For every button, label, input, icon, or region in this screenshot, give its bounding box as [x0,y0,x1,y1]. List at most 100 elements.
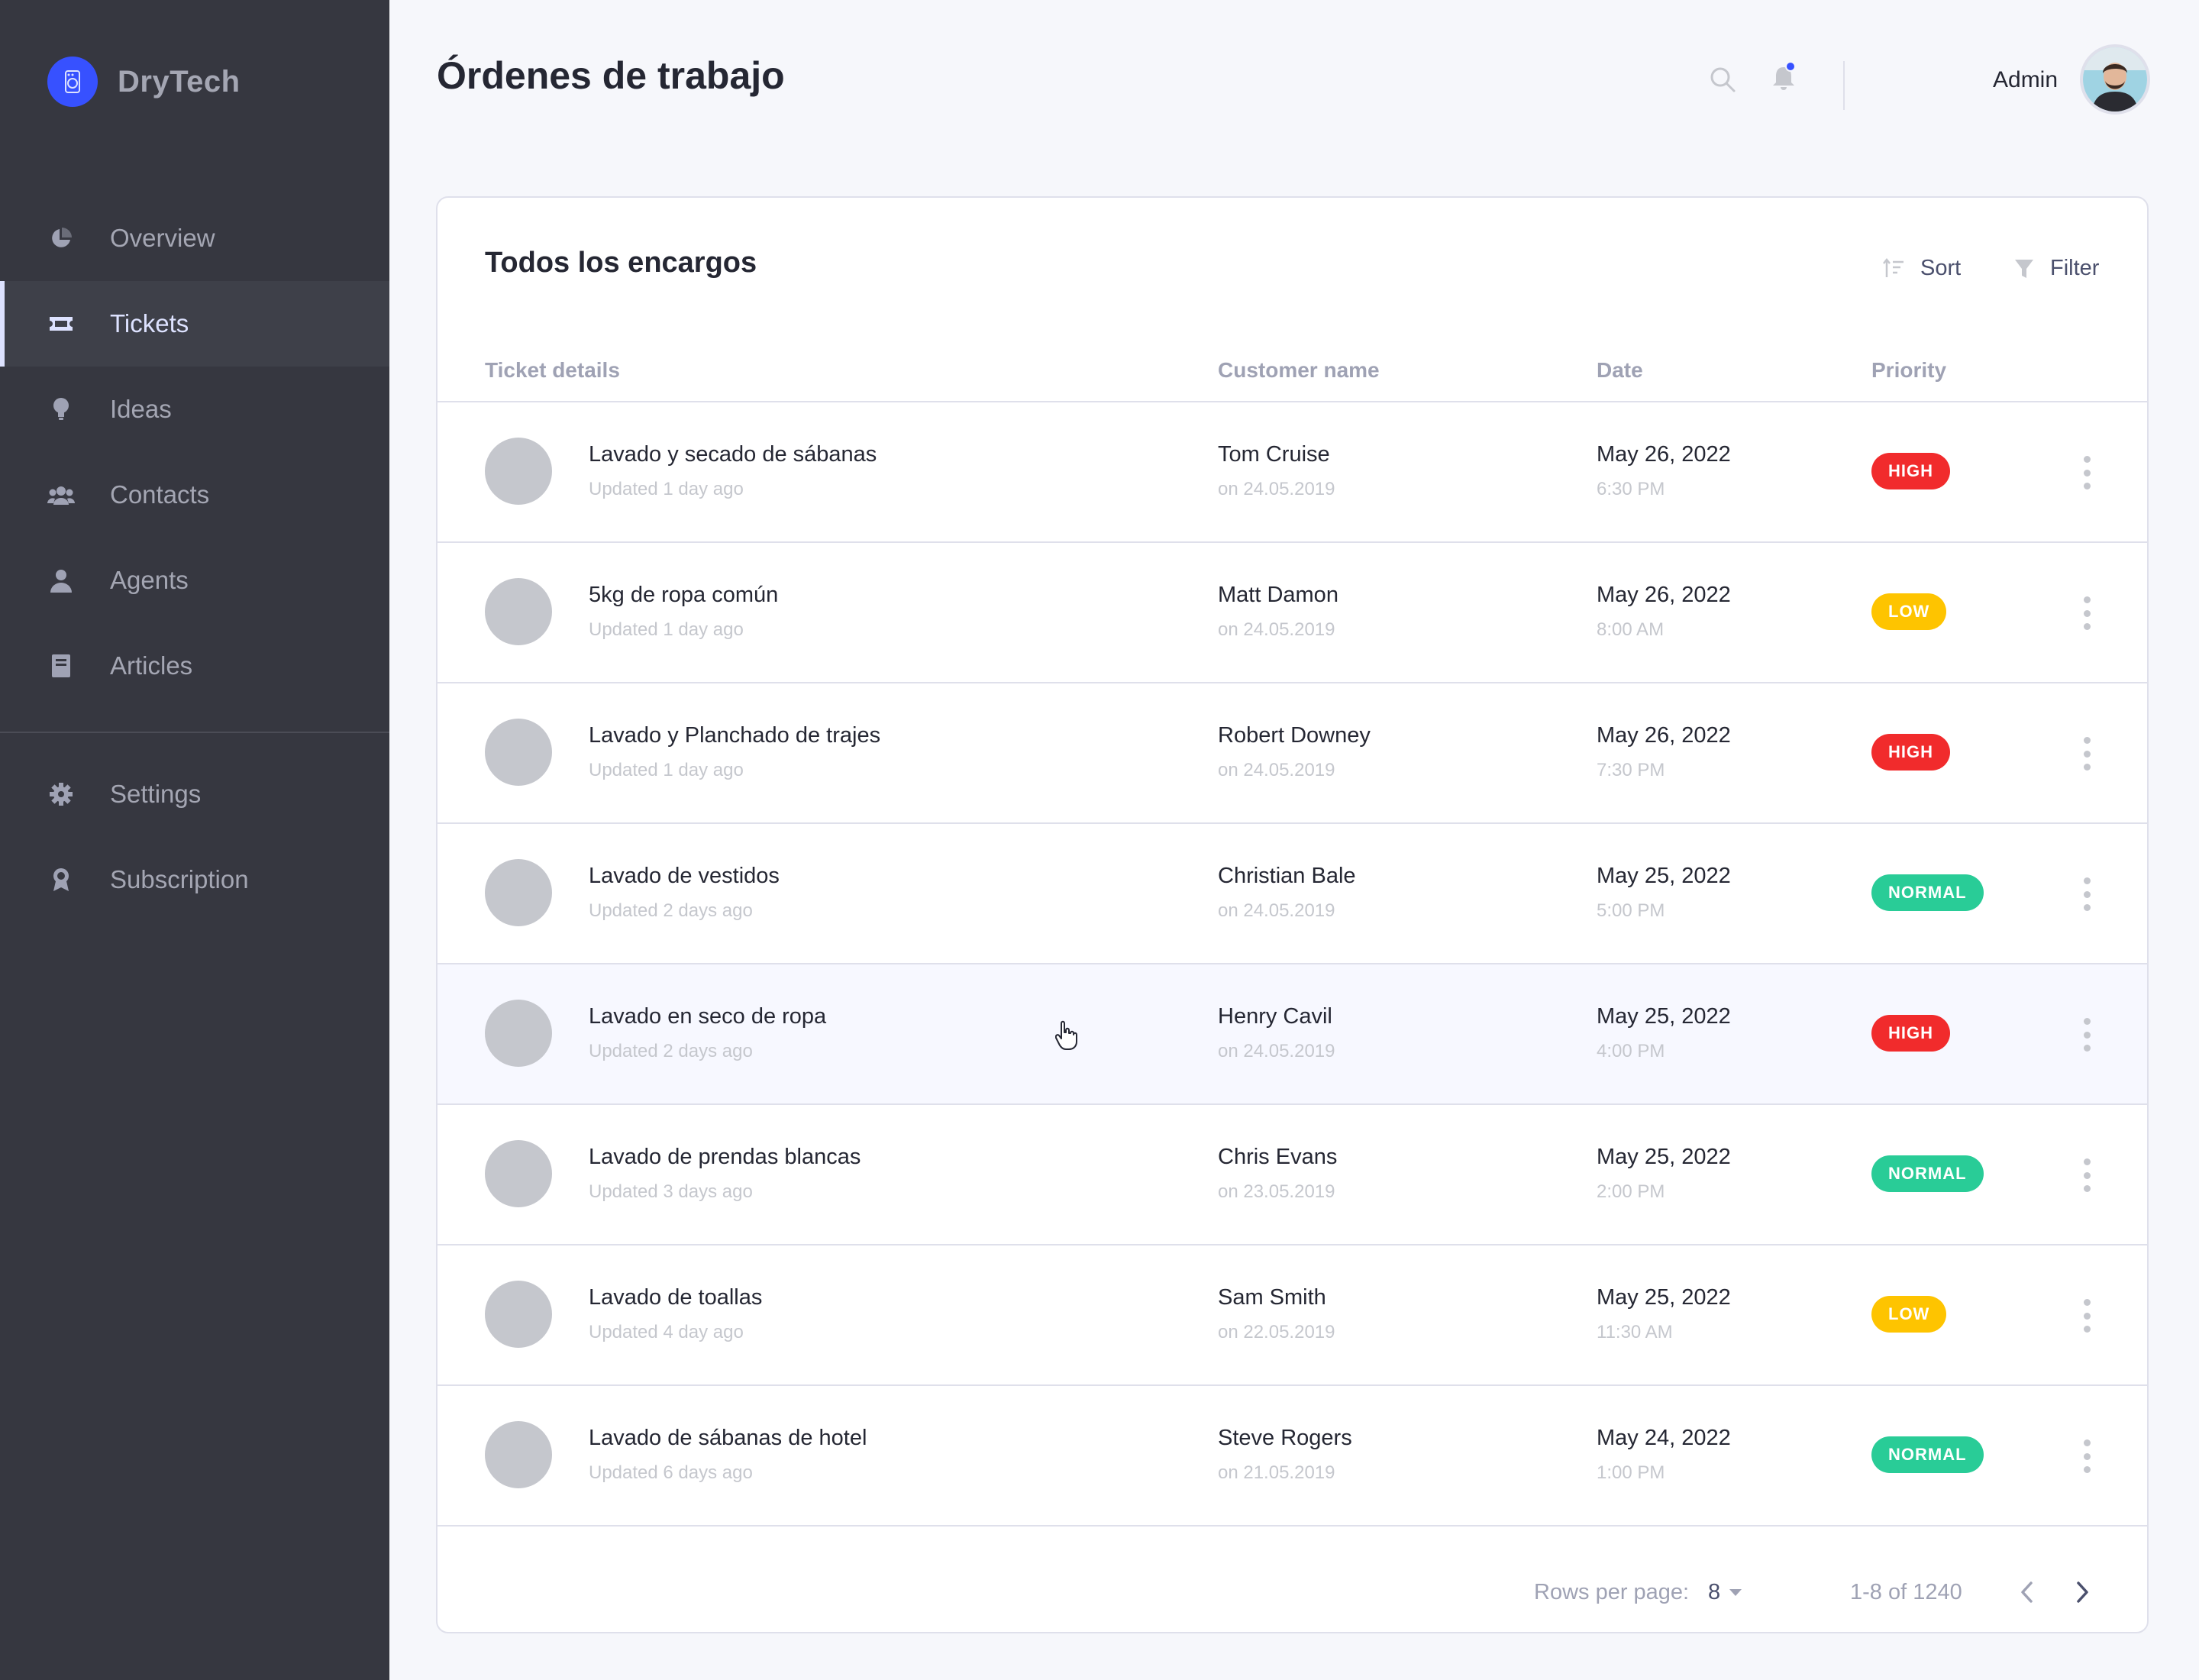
priority-badge: NORMAL [1871,1155,1984,1192]
customer-name: Steve Rogers [1218,1426,1352,1450]
ticket-avatar [485,719,552,786]
table-row[interactable]: Lavado de sábanas de hotel Updated 6 days… [438,1386,2147,1527]
hand-cursor-icon [1055,1020,1077,1050]
customer-date: on 23.05.2019 [1218,1181,1335,1202]
customer-date: on 22.05.2019 [1218,1322,1335,1342]
sort-icon [1883,257,1904,277]
customer-date: on 24.05.2019 [1218,1041,1335,1061]
row-menu-kebab-icon[interactable] [2071,877,2102,911]
sidebar-item-contacts[interactable]: Contacts [0,452,389,538]
ticket-title: Lavado en seco de ropa [589,1004,827,1029]
rows-per-page-label: Rows per page: [1534,1580,1690,1604]
column-header-priority[interactable]: Priority [1871,358,1946,383]
customer-date: on 24.05.2019 [1218,760,1335,780]
customer-name: Chris Evans [1218,1145,1338,1169]
ticket-title: Lavado de prendas blancas [589,1145,861,1169]
page-title: Órdenes de trabajo [437,54,785,97]
sidebar-item-ideas[interactable]: Ideas [0,367,389,452]
brand-logo-icon [47,57,98,107]
table-row[interactable]: Lavado de toallas Updated 4 day ago Sam Sm… [438,1245,2147,1386]
row-menu-kebab-icon[interactable] [2071,1018,2102,1052]
bell-icon[interactable] [1768,61,1799,92]
customer-name: Henry Cavil [1218,1004,1332,1029]
sidebar-item-tickets[interactable]: Tickets [0,281,389,367]
ticket-date: May 25, 2022 [1597,1285,1731,1310]
brand[interactable]: DryTech [47,57,241,107]
priority-badge: HIGH [1871,453,1950,489]
prev-page-button[interactable] [2010,1575,2044,1609]
book-icon [47,652,75,680]
gear-icon [47,780,75,808]
ticket-updated: Updated 2 days ago [589,1041,753,1061]
brand-name: DryTech [118,64,241,99]
ticket-time: 4:00 PM [1597,1041,1665,1061]
search-icon[interactable] [1707,64,1738,95]
sidebar-item-label: Subscription [110,865,249,893]
pie-chart-icon [47,225,75,252]
ticket-date: May 26, 2022 [1597,583,1731,607]
table-row[interactable]: Lavado y secado de sábanas Updated 1 day … [438,402,2147,543]
row-menu-kebab-icon[interactable] [2071,456,2102,489]
rows-per-page-select[interactable]: 8 [1708,1580,1742,1605]
column-header-date[interactable]: Date [1597,358,1643,383]
sidebar-item-agents[interactable]: Agents [0,538,389,623]
avatar[interactable] [2080,44,2150,115]
sidebar-item-settings[interactable]: Settings [0,751,389,837]
row-menu-kebab-icon[interactable] [2071,737,2102,771]
table-row[interactable]: 5kg de ropa común Updated 1 day ago Matt D… [438,543,2147,683]
sidebar-item-subscription[interactable]: Subscription [0,837,389,922]
award-icon [47,866,75,893]
column-header-customer-name[interactable]: Customer name [1218,358,1380,383]
ticket-updated: Updated 1 day ago [589,479,744,499]
user-name[interactable]: Admin [1993,67,2058,93]
table-row[interactable]: Lavado de prendas blancas Updated 3 days … [438,1105,2147,1245]
sidebar-item-label: Articles [110,651,193,680]
agent-icon [47,567,75,594]
tickets-card: Todos los encargos Sort Filter Ticket de… [436,196,2149,1633]
filter-label: Filter [2050,256,2100,280]
sidebar-item-articles[interactable]: Articles [0,623,389,709]
sidebar-item-label: Settings [110,780,202,808]
filter-icon [2015,259,2033,278]
priority-badge: LOW [1871,1296,1947,1333]
sidebar-item-overview[interactable]: Overview [0,195,389,281]
ticket-title: 5kg de ropa común [589,583,779,607]
sort-button[interactable]: Sort [1882,256,1961,281]
ticket-time: 8:00 AM [1597,619,1665,640]
ticket-avatar [485,1281,552,1348]
sidebar-item-label: Contacts [110,480,210,509]
ticket-avatar [485,1000,552,1067]
filter-button[interactable]: Filter [2013,256,2099,281]
ticket-icon [47,310,75,338]
table-row[interactable]: Lavado y Planchado de trajes Updated 1 da… [438,683,2147,824]
ticket-avatar [485,1140,552,1207]
ticket-updated: Updated 4 day ago [589,1322,744,1342]
column-header-ticket-details[interactable]: Ticket details [485,358,620,383]
ticket-time: 7:30 PM [1597,760,1665,780]
ticket-time: 2:00 PM [1597,1181,1665,1202]
priority-badge: HIGH [1871,734,1950,771]
rows-per-page-value: 8 [1708,1580,1721,1604]
ticket-title: Lavado y Planchado de trajes [589,723,881,748]
customer-date: on 24.05.2019 [1218,900,1335,921]
row-menu-kebab-icon[interactable] [2071,596,2102,630]
table-row[interactable]: Lavado de vestidos Updated 2 days ago Chri… [438,824,2147,964]
ticket-date: May 26, 2022 [1597,723,1731,748]
ticket-date: May 26, 2022 [1597,442,1731,467]
sidebar-divider [0,732,389,733]
ticket-avatar [485,438,552,505]
row-menu-kebab-icon[interactable] [2071,1299,2102,1333]
row-menu-kebab-icon[interactable] [2071,1158,2102,1192]
customer-name: Tom Cruise [1218,442,1330,467]
ticket-time: 6:30 PM [1597,479,1665,499]
customer-name: Robert Downey [1218,723,1371,748]
customer-name: Sam Smith [1218,1285,1326,1310]
ticket-avatar [485,578,552,645]
customer-date: on 24.05.2019 [1218,479,1335,499]
next-page-button[interactable] [2065,1575,2099,1609]
table-row[interactable]: Lavado en seco de ropa Updated 2 days ago… [438,964,2147,1105]
ticket-title: Lavado y secado de sábanas [589,442,877,467]
ticket-updated: Updated 1 day ago [589,619,744,640]
ticket-title: Lavado de toallas [589,1285,763,1310]
row-menu-kebab-icon[interactable] [2071,1439,2102,1473]
